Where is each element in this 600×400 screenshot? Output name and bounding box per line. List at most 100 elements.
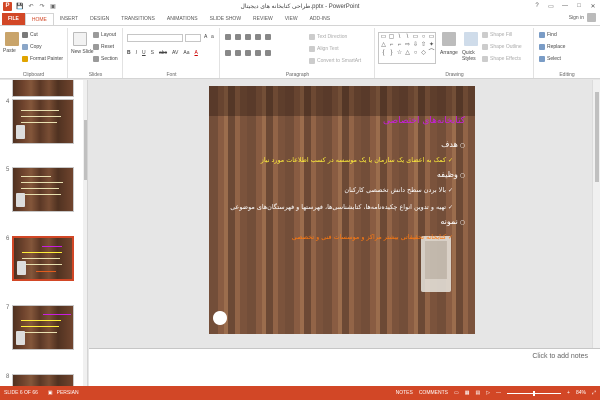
section-button[interactable]: Section xyxy=(93,56,118,62)
change-case-button[interactable]: Aa xyxy=(183,50,189,56)
shape-icon[interactable]: ▭ xyxy=(428,34,435,41)
avatar[interactable] xyxy=(587,13,596,22)
start-from-beginning-icon[interactable]: ▣ xyxy=(49,2,57,10)
notes-toggle[interactable]: NOTES xyxy=(396,390,413,396)
shape-icon[interactable]: ⌐ xyxy=(388,42,395,49)
paste-icon[interactable] xyxy=(5,32,19,46)
maximize-button[interactable]: □ xyxy=(572,0,586,12)
slide-thumbnail[interactable] xyxy=(12,80,74,97)
shape-icon[interactable]: ☆ xyxy=(396,50,403,57)
underline-button[interactable]: U xyxy=(142,50,146,56)
slide-title[interactable]: کتابخانه‌های اختصاصی xyxy=(225,116,465,126)
find-button[interactable]: Find xyxy=(539,32,557,38)
copy-button[interactable]: Copy xyxy=(22,44,42,50)
editor-scrollbar[interactable] xyxy=(592,80,600,348)
sign-in-link[interactable]: Sign in xyxy=(569,15,584,21)
bullets-icon[interactable] xyxy=(225,34,231,40)
slide-content[interactable]: کتابخانه‌های اختصاصی هدف کمک به اعضای یک… xyxy=(225,116,465,243)
align-center-icon[interactable] xyxy=(235,50,241,56)
shape-icon[interactable]: ▭ xyxy=(412,34,419,41)
close-button[interactable]: ✕ xyxy=(586,0,600,12)
language-indicator[interactable]: PERSIAN xyxy=(57,390,79,396)
numbering-icon[interactable] xyxy=(235,34,241,40)
fit-slide-icon[interactable]: ⤢ xyxy=(592,390,596,396)
font-color-button[interactable]: A xyxy=(194,50,197,56)
text-direction-button[interactable]: Text Direction xyxy=(309,34,347,40)
increase-indent-icon[interactable] xyxy=(255,34,261,40)
slide-sorter-icon[interactable]: ▦ xyxy=(465,390,470,396)
shape-icon[interactable]: \ xyxy=(396,34,403,41)
shape-icon[interactable]: } xyxy=(388,50,395,57)
shape-outline-button[interactable]: Shape Outline xyxy=(482,44,522,50)
slide-thumbnail[interactable] xyxy=(12,305,74,350)
shape-icon[interactable]: △ xyxy=(380,42,387,49)
help-icon[interactable]: ? xyxy=(530,0,544,12)
tab-design[interactable]: DESIGN xyxy=(84,13,115,25)
new-slide-icon[interactable] xyxy=(73,32,87,46)
minimize-button[interactable]: — xyxy=(558,0,572,12)
shape-icon[interactable]: ▭ xyxy=(380,34,387,41)
format-painter-button[interactable]: Format Painter xyxy=(22,56,63,62)
zoom-in-button[interactable]: + xyxy=(567,390,570,396)
tab-transitions[interactable]: TRANSITIONS xyxy=(115,13,161,25)
bold-button[interactable]: B xyxy=(127,50,131,56)
tab-add-ins[interactable]: ADD-INS xyxy=(304,13,337,25)
cut-button[interactable]: Cut xyxy=(22,32,38,38)
shape-icon[interactable]: ⌐ xyxy=(396,42,403,49)
font-size-input[interactable] xyxy=(185,34,201,42)
strikethrough-button[interactable]: abc xyxy=(159,50,167,56)
shape-icon[interactable]: ⇨ xyxy=(404,42,411,49)
current-slide[interactable]: کتابخانه‌های اختصاصی هدف کمک به اعضای یک… xyxy=(209,86,475,334)
slide-thumbnail[interactable] xyxy=(12,99,74,144)
zoom-level[interactable]: 84% xyxy=(576,390,586,396)
proofing-icon[interactable]: ▣ xyxy=(48,390,53,396)
shape-icon[interactable]: ○ xyxy=(420,34,427,41)
tab-insert[interactable]: INSERT xyxy=(54,13,84,25)
redo-icon[interactable]: ↷ xyxy=(38,2,46,10)
arrange-button[interactable]: Arrange xyxy=(440,50,458,56)
shape-fill-button[interactable]: Shape Fill xyxy=(482,32,512,38)
slideshow-icon[interactable]: ▷ xyxy=(486,390,490,396)
align-left-icon[interactable] xyxy=(225,50,231,56)
tab-review[interactable]: REVIEW xyxy=(247,13,279,25)
new-slide-button[interactable]: New Slide xyxy=(71,49,95,55)
shape-icon[interactable]: ◇ xyxy=(420,50,427,57)
tab-view[interactable]: VIEW xyxy=(279,13,304,25)
shape-icon[interactable]: △ xyxy=(404,50,411,57)
normal-view-icon[interactable]: ▭ xyxy=(454,390,459,396)
slide-thumbnail[interactable] xyxy=(12,167,74,212)
shape-icon[interactable]: { xyxy=(380,50,387,57)
tab-file[interactable]: FILE xyxy=(2,13,25,25)
reset-button[interactable]: Reset xyxy=(93,44,114,50)
align-right-icon[interactable] xyxy=(245,50,251,56)
reading-view-icon[interactable]: ▤ xyxy=(475,390,480,396)
line-spacing-icon[interactable] xyxy=(265,34,271,40)
slide-thumbnail[interactable] xyxy=(12,374,74,386)
shape-icon[interactable]: ⇧ xyxy=(420,42,427,49)
shrink-font-button[interactable]: a xyxy=(211,34,214,40)
arrange-icon[interactable] xyxy=(442,32,456,46)
shape-icon[interactable]: \ xyxy=(404,34,411,41)
powerpoint-app-icon[interactable]: P xyxy=(3,1,12,11)
quick-styles-icon[interactable] xyxy=(464,32,478,46)
shape-icon[interactable]: ○ xyxy=(412,50,419,57)
comments-toggle[interactable]: COMMENTS xyxy=(419,390,448,396)
paste-button[interactable]: Paste xyxy=(3,48,16,54)
notes-placeholder[interactable]: Click to add notes xyxy=(532,353,588,360)
shape-effects-button[interactable]: Shape Effects xyxy=(482,56,521,62)
undo-icon[interactable]: ↶ xyxy=(27,2,35,10)
shape-icon[interactable]: ⌒ xyxy=(428,50,435,57)
slide-thumbnail-selected[interactable] xyxy=(12,236,74,281)
zoom-out-button[interactable]: — xyxy=(496,390,501,396)
layout-button[interactable]: Layout xyxy=(93,32,116,38)
character-spacing-button[interactable]: AV xyxy=(172,50,178,56)
italic-button[interactable]: I xyxy=(136,50,137,56)
tab-slide-show[interactable]: SLIDE SHOW xyxy=(204,13,247,25)
scrollbar-thumb[interactable] xyxy=(84,120,87,180)
tab-animations[interactable]: ANIMATIONS xyxy=(161,13,204,25)
save-icon[interactable]: 💾 xyxy=(16,2,24,10)
scrollbar-thumb[interactable] xyxy=(595,92,599,182)
notes-pane[interactable]: Click to add notes xyxy=(89,348,600,386)
align-text-button[interactable]: Align Text xyxy=(309,46,339,52)
font-name-input[interactable] xyxy=(127,34,183,42)
